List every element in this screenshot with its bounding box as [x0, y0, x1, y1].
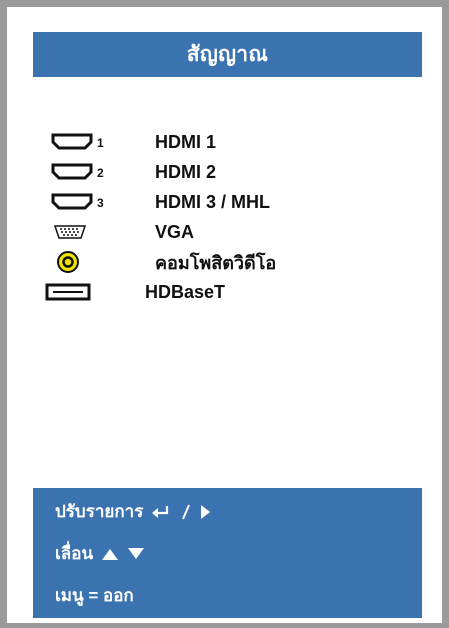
help-adjust: ปรับรายการ: [55, 498, 211, 525]
source-label: คอมโพสิตวิดีโอ: [155, 252, 277, 273]
hdbaset-icon: [45, 277, 155, 307]
up-triangle-icon: [101, 547, 119, 561]
source-item-composite[interactable]: คอมโพสิตวิดีโอ: [45, 247, 405, 277]
source-label: HDMI 3 / MHL: [155, 191, 270, 212]
menu-title: สัญญาณ: [186, 43, 269, 66]
source-item-vga[interactable]: VGA: [45, 217, 405, 247]
menu-title-bar: สัญญาณ: [33, 32, 422, 77]
source-label: HDBaseT: [145, 281, 226, 302]
hdmi-icon: 2: [45, 157, 155, 187]
vga-icon: [45, 217, 155, 247]
help-panel: ปรับรายการ เลื่อน เมนู = ออก: [33, 488, 422, 618]
enter-arrow-icon: [151, 504, 173, 520]
hdmi-icon: 1: [45, 127, 155, 157]
source-item-hdmi1[interactable]: 1 HDMI 1: [45, 127, 405, 157]
help-move: เลื่อน: [55, 540, 145, 567]
composite-icon: [45, 247, 155, 277]
slash-icon: [181, 504, 191, 520]
source-item-hdmi2[interactable]: 2 HDMI 2: [45, 157, 405, 187]
source-label: HDMI 1: [155, 131, 217, 152]
source-label: HDMI 2: [155, 161, 217, 182]
osd-panel: สัญญาณ 1 HDMI 1 2 HDMI 2 3 HDMI 3 / MHL: [10, 10, 439, 623]
source-item-hdbaset[interactable]: HDBaseT: [45, 277, 405, 307]
hdmi-icon: 3: [45, 187, 155, 217]
down-triangle-icon: [127, 547, 145, 561]
help-menu-exit: เมนู = ออก: [55, 586, 134, 605]
source-item-hdmi3-mhl[interactable]: 3 HDMI 3 / MHL: [45, 187, 405, 217]
source-label: VGA: [155, 221, 195, 242]
right-triangle-icon: [199, 504, 211, 520]
